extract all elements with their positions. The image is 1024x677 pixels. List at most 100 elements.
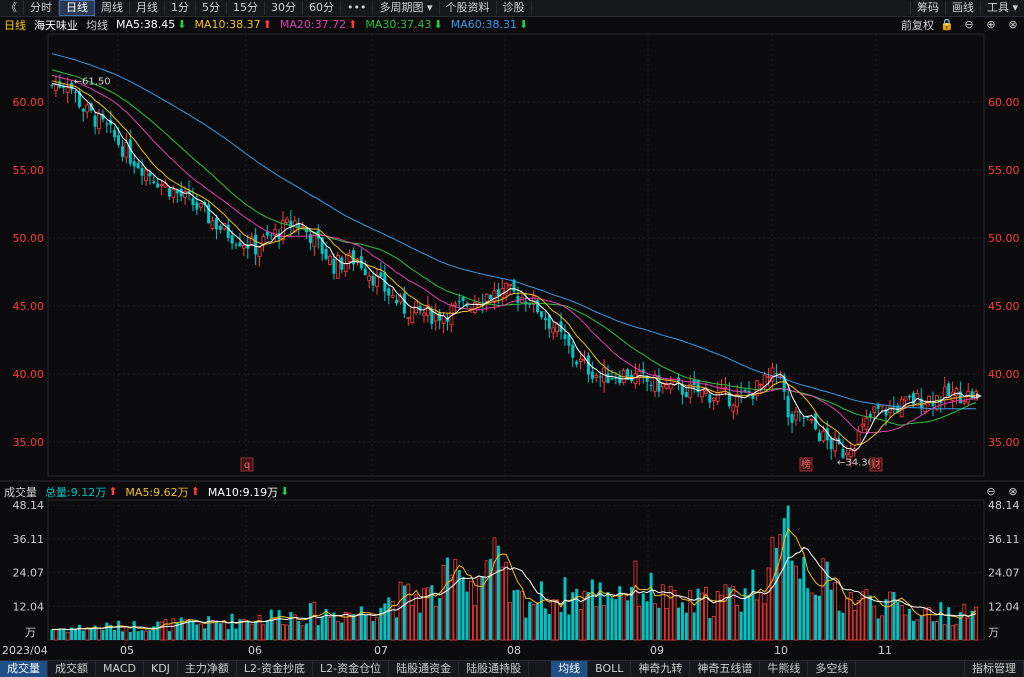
volume-bar	[292, 614, 297, 641]
volume-bar	[156, 621, 160, 640]
volume-bar	[210, 619, 215, 641]
price-tick-label-right: 45.00	[988, 300, 1020, 313]
volume-bar	[614, 599, 618, 640]
volume-bar	[387, 597, 391, 640]
volume-bar	[398, 581, 403, 641]
tab-l2-position[interactable]: L2-资金仓位	[313, 661, 390, 677]
event-marker-label: 榜	[801, 458, 811, 471]
tab-main-net[interactable]: 主力净额	[178, 661, 237, 677]
volume-bar	[758, 592, 763, 641]
volume-bar	[347, 613, 352, 641]
candle-body	[908, 395, 912, 398]
volume-bar	[676, 607, 680, 640]
volume-bar	[626, 600, 630, 640]
candle-body	[489, 294, 493, 300]
candle-body	[821, 430, 826, 442]
price-tick-label-left: 35.00	[13, 436, 45, 449]
candle-body	[484, 294, 489, 303]
volume-bar	[637, 605, 642, 641]
volume-bar	[524, 617, 528, 640]
volume-bar	[441, 564, 446, 641]
volume-unit-right: 万	[988, 626, 999, 639]
tab-long-short[interactable]: 多空线	[808, 661, 857, 677]
candle-body	[516, 295, 520, 303]
candle-body	[864, 417, 869, 430]
candle-body	[159, 184, 164, 186]
candle-body	[586, 355, 590, 375]
volume-bar	[814, 594, 818, 640]
candle-body	[81, 108, 85, 112]
candle-body	[911, 392, 915, 405]
candle-body	[144, 169, 148, 181]
volume-bar	[966, 617, 971, 641]
indicator-manage-button[interactable]: 指标管理	[964, 661, 1024, 677]
high-price-label: ←61.50	[74, 77, 111, 88]
volume-bar	[884, 599, 888, 640]
candle-body	[148, 173, 152, 177]
tab-boll[interactable]: BOLL	[588, 661, 632, 677]
candle-body	[794, 410, 798, 421]
candle-body	[766, 376, 771, 379]
candle-body	[395, 299, 399, 304]
tab-volume[interactable]: 成交量	[0, 661, 48, 677]
volume-bar	[324, 609, 328, 640]
volume-bar	[273, 618, 278, 641]
tab-l2-bottom[interactable]: L2-资金抄底	[237, 661, 314, 677]
kline-chart[interactable]: 60.00 60.00 55.00 55.00 50.00 50.00 45.00 45.00…	[0, 0, 1024, 676]
x-axis-label: 2023/04	[2, 644, 48, 657]
volume-tick-label-left: 36.11	[13, 533, 45, 546]
volume-bar	[841, 612, 845, 640]
volume-bar	[899, 605, 904, 641]
volume-bar	[806, 588, 810, 640]
volume-bar	[528, 601, 532, 640]
volume-bar	[218, 623, 222, 640]
volume-bar	[191, 621, 195, 640]
tab-ma[interactable]: 均线	[551, 661, 589, 677]
tab-bull-bear[interactable]: 牛熊线	[760, 661, 809, 677]
candle-body	[241, 245, 246, 249]
candle-body	[73, 91, 77, 93]
tab-turnover[interactable]: 成交额	[48, 661, 96, 677]
candle-body	[136, 162, 140, 169]
volume-bar	[105, 622, 109, 640]
candle-body	[285, 218, 289, 223]
tab-td9[interactable]: 神奇九转	[631, 661, 691, 677]
candle-body	[786, 395, 790, 418]
candle-body	[457, 301, 461, 303]
volume-bar	[101, 630, 105, 640]
tab-kdj[interactable]: KDJ	[144, 661, 178, 677]
volume-bar	[113, 630, 117, 640]
tab-five-lines[interactable]: 神奇五线谱	[690, 661, 761, 677]
volume-bar	[140, 630, 144, 640]
candle-body	[711, 397, 716, 401]
volume-bar	[747, 594, 751, 640]
volume-bar	[265, 620, 269, 640]
volume-bar	[469, 580, 473, 641]
tab-hk-holding[interactable]: 陆股通持股	[459, 661, 530, 677]
candle-body	[649, 385, 653, 387]
tab-macd[interactable]: MACD	[96, 661, 144, 677]
volume-bar	[300, 625, 305, 641]
volume-bar	[896, 601, 900, 640]
volume-bar	[786, 505, 790, 640]
volume-bar	[472, 605, 477, 641]
volume-bar	[343, 611, 348, 641]
volume-bar	[367, 613, 372, 641]
volume-bar	[621, 593, 626, 641]
price-tick-label-left: 50.00	[13, 232, 45, 245]
candle-body	[872, 406, 877, 413]
volume-bar	[433, 605, 438, 641]
volume-bar	[77, 624, 81, 640]
volume-bar	[880, 615, 885, 641]
volume-bar	[536, 602, 540, 640]
volume-bar	[852, 610, 857, 641]
tab-hk-flow[interactable]: 陆股通资金	[389, 661, 460, 677]
volume-bar	[711, 615, 716, 641]
candle-body	[438, 312, 442, 321]
candle-body	[774, 373, 778, 375]
candle-body	[888, 406, 892, 414]
volume-bar	[414, 594, 419, 641]
candle-body	[817, 432, 821, 442]
volume-bar	[606, 592, 610, 640]
candle-body	[332, 258, 336, 274]
